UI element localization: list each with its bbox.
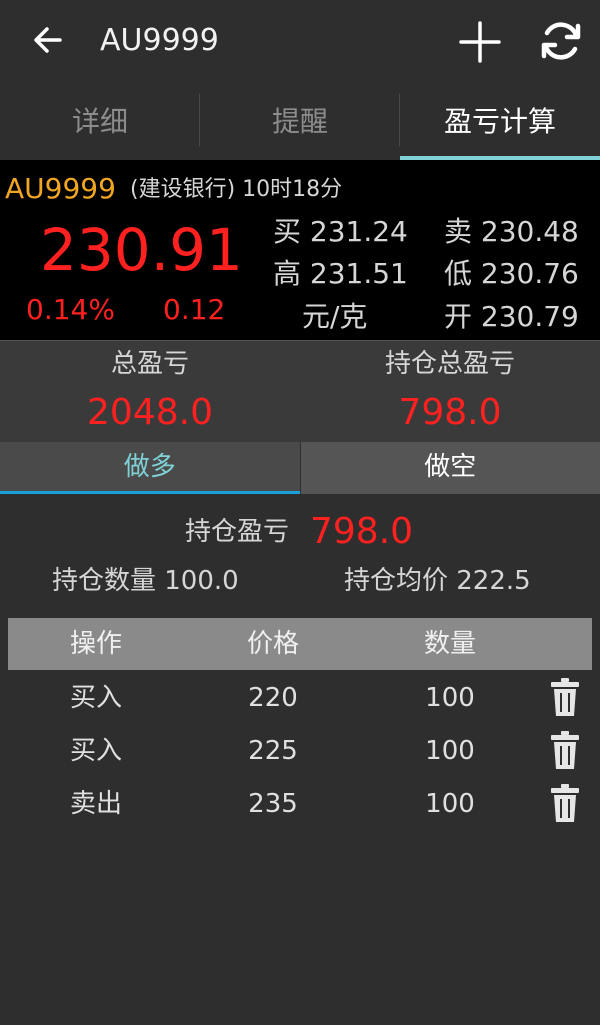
quote-change: 0.12 — [163, 293, 226, 326]
tab-bar: 详细 提醒 盈亏计算 — [0, 84, 600, 160]
quote-high: 高 231.51 — [273, 257, 408, 290]
row-operation: 卖出 — [69, 789, 122, 819]
position-average-price: 持仓均价 222.5 — [344, 566, 531, 596]
tab-detail[interactable]: 详细 — [0, 84, 200, 160]
quote-open: 开 230.79 — [444, 300, 579, 333]
quote-price: 230.91 — [40, 216, 243, 284]
trash-icon[interactable] — [550, 730, 580, 770]
quote-buy: 买 231.24 — [273, 215, 408, 248]
quote-change-percent: 0.14% — [26, 293, 115, 326]
position-profit-label: 持仓盈亏 — [185, 517, 290, 547]
short-button[interactable]: 做空 — [299, 442, 600, 494]
row-quantity: 100 — [425, 736, 475, 766]
back-arrow-icon[interactable] — [30, 22, 66, 58]
row-price: 225 — [248, 736, 298, 766]
header-price: 价格 — [246, 629, 299, 659]
row-quantity: 100 — [425, 789, 475, 819]
row-price: 220 — [248, 683, 298, 713]
direction-toggle: 做多 做空 — [0, 442, 600, 494]
total-profit-value: 2048.0 — [87, 392, 213, 433]
top-bar — [0, 0, 600, 84]
row-price: 235 — [248, 789, 298, 819]
quote-unit: 元/克 — [302, 300, 368, 333]
long-button[interactable]: 做多 — [0, 442, 300, 494]
page-title: AU9999 — [100, 23, 219, 58]
total-profit-label: 总盈亏 — [110, 349, 189, 379]
tab-alert-label: 提醒 — [271, 105, 328, 138]
quote-symbol: AU9999 — [5, 172, 116, 205]
holding-total-profit-value: 798.0 — [398, 392, 502, 433]
header-operation: 操作 — [69, 629, 122, 659]
trash-icon[interactable] — [550, 677, 580, 717]
quote-sell: 卖 230.48 — [444, 215, 579, 248]
position-profit-value: 798.0 — [310, 511, 414, 552]
row-operation: 买入 — [69, 683, 122, 713]
trash-icon[interactable] — [550, 783, 580, 823]
tab-profit-calc-label: 盈亏计算 — [443, 105, 556, 138]
holding-total-profit-label: 持仓总盈亏 — [384, 349, 515, 379]
row-operation: 买入 — [69, 736, 122, 766]
quote-low: 低 230.76 — [444, 257, 579, 290]
quote-bank-time: (建设银行) 10时18分 — [130, 177, 343, 202]
tab-profit-calc[interactable]: 盈亏计算 — [400, 84, 600, 160]
tab-detail-label: 详细 — [71, 105, 128, 138]
refresh-icon[interactable] — [538, 18, 584, 64]
header-quantity: 数量 — [423, 629, 476, 659]
tab-alert[interactable]: 提醒 — [200, 84, 400, 160]
row-quantity: 100 — [425, 683, 475, 713]
position-quantity: 持仓数量 100.0 — [52, 566, 239, 596]
add-icon[interactable] — [458, 20, 502, 64]
